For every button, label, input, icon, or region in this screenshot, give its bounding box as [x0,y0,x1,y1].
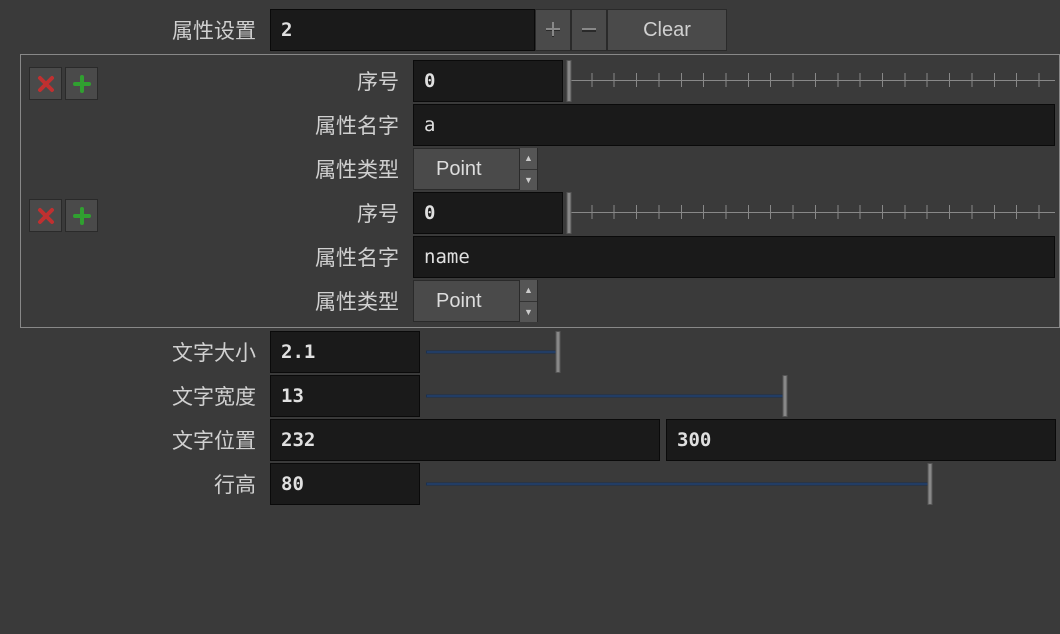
text-pos-label: 文字位置 [0,425,270,455]
text-width-input[interactable] [270,375,420,417]
x-icon [37,75,55,93]
remove-attr-button[interactable] [29,199,62,232]
line-height-label: 行高 [0,469,270,499]
spinner-icon: ▲▼ [519,148,537,190]
plus-icon [73,75,91,93]
attribute-list: 序号 属性名字 属性类型 Point ▲▼ [20,54,1060,328]
attr-type-select[interactable]: Point ▲▼ [413,148,538,190]
attr-name-label: 属性名字 [98,242,413,272]
text-size-slider[interactable] [426,331,1056,373]
attr-type-select[interactable]: Point ▲▼ [413,280,538,322]
attribute-entry: 序号 属性名字 属性类型 Point ▲▼ [21,191,1059,323]
plus-icon [545,22,561,38]
text-pos-y-input[interactable] [666,419,1056,461]
attr-index-input[interactable] [413,60,563,102]
attr-settings-input[interactable] [270,9,535,51]
attr-index-slider[interactable] [569,60,1055,102]
text-width-label: 文字宽度 [0,381,270,411]
add-button[interactable] [535,9,571,51]
text-width-row: 文字宽度 [0,374,1060,418]
line-height-slider[interactable] [426,463,1056,505]
attr-index-label: 序号 [98,66,413,96]
text-size-input[interactable] [270,331,420,373]
add-attr-button[interactable] [65,67,98,100]
attr-type-label: 属性类型 [98,286,413,316]
spinner-icon: ▲▼ [519,280,537,322]
minus-icon [581,22,597,38]
attr-settings-row: 属性设置 Clear [0,8,1060,52]
add-attr-button[interactable] [65,199,98,232]
text-size-label: 文字大小 [0,337,270,367]
attr-type-label: 属性类型 [98,154,413,184]
text-size-row: 文字大小 [0,330,1060,374]
text-pos-x-input[interactable] [270,419,660,461]
attr-type-value: Point [436,290,482,313]
attr-index-slider[interactable] [569,192,1055,234]
line-height-input[interactable] [270,463,420,505]
plus-icon [73,207,91,225]
subtract-button[interactable] [571,9,607,51]
text-width-slider[interactable] [426,375,1056,417]
x-icon [37,207,55,225]
clear-button[interactable]: Clear [607,9,727,51]
remove-attr-button[interactable] [29,67,62,100]
attr-name-input[interactable] [413,104,1055,146]
attr-index-input[interactable] [413,192,563,234]
line-height-row: 行高 [0,462,1060,506]
attr-index-label: 序号 [98,198,413,228]
attr-settings-label: 属性设置 [0,15,270,45]
attribute-entry: 序号 属性名字 属性类型 Point ▲▼ [21,59,1059,191]
attr-name-label: 属性名字 [98,110,413,140]
attr-type-value: Point [436,158,482,181]
text-pos-row: 文字位置 [0,418,1060,462]
attr-name-input[interactable] [413,236,1055,278]
